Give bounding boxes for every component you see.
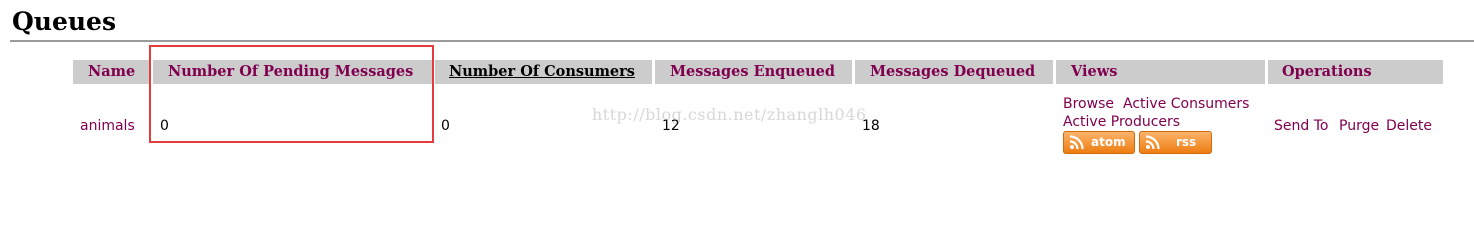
- column-header-messages-enqueued[interactable]: Messages Enqueued: [655, 60, 852, 84]
- rss-feed-icon: [1069, 135, 1084, 150]
- pending-messages-value: 0: [160, 118, 169, 134]
- column-header-consumers[interactable]: Number Of Consumers: [435, 60, 652, 84]
- purge-link[interactable]: Purge: [1339, 117, 1379, 135]
- column-header-label: Messages Enqueued: [670, 63, 835, 80]
- column-header-operations[interactable]: Operations: [1268, 60, 1443, 84]
- delete-link[interactable]: Delete: [1386, 117, 1432, 135]
- enqueued-value: 12: [662, 118, 680, 134]
- column-header-label: Number Of Pending Messages: [168, 63, 414, 80]
- column-header-name[interactable]: Name: [73, 60, 150, 84]
- column-header-label: Number Of Consumers: [449, 63, 635, 80]
- browse-link[interactable]: Browse: [1063, 95, 1114, 113]
- column-header-label: Views: [1071, 63, 1118, 80]
- column-header-label: Name: [88, 63, 136, 80]
- active-producers-link[interactable]: Active Producers: [1063, 113, 1180, 131]
- column-header-messages-dequeued[interactable]: Messages Dequeued: [855, 60, 1053, 84]
- active-consumers-link[interactable]: Active Consumers: [1123, 95, 1249, 113]
- atom-feed-label: atom: [1091, 135, 1126, 149]
- send-to-link[interactable]: Send To: [1274, 117, 1328, 135]
- rss-feed-button[interactable]: rss: [1139, 131, 1212, 154]
- column-header-label: Messages Dequeued: [870, 63, 1036, 80]
- rss-feed-label: rss: [1176, 135, 1197, 149]
- title-divider: [10, 40, 1474, 42]
- queue-name-link[interactable]: animals: [80, 117, 135, 135]
- watermark-text: http://blog.csdn.net/zhanglh046: [592, 105, 867, 124]
- column-header-views[interactable]: Views: [1056, 60, 1265, 84]
- page-title: Queues: [12, 7, 117, 36]
- column-header-pending-messages[interactable]: Number Of Pending Messages: [153, 60, 432, 84]
- consumers-value: 0: [441, 118, 450, 134]
- dequeued-value: 18: [862, 118, 880, 134]
- column-header-label: Operations: [1282, 63, 1372, 80]
- rss-feed-icon: [1145, 135, 1160, 150]
- atom-feed-button[interactable]: atom: [1063, 131, 1135, 154]
